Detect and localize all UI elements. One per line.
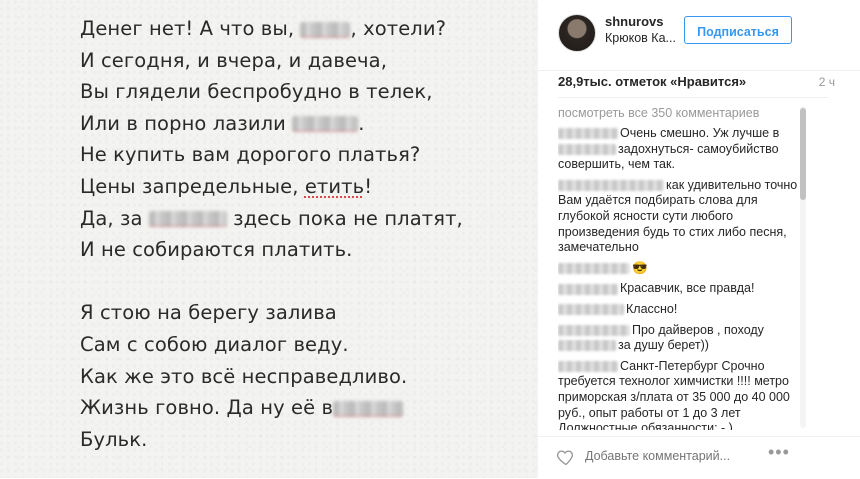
poem-line: Да, за здесь пока не платят, xyxy=(80,206,463,230)
comment-text: Очень смешно. Уж лучше в xyxy=(620,126,780,140)
more-options-icon[interactable]: ••• xyxy=(768,442,790,463)
poem-line xyxy=(80,266,463,298)
censored-word xyxy=(558,340,616,352)
comment-text: Классно! xyxy=(626,301,678,316)
comment-text: Про дайверов , походу xyxy=(632,322,764,337)
comment-item: Про дайверов , походу за душу берет)) xyxy=(558,323,808,354)
poem-line: Сам с собою диалог веду. xyxy=(80,332,349,356)
censored-word xyxy=(558,143,616,155)
avatar[interactable] xyxy=(558,14,596,52)
comment-item: Очень смешно. Уж лучше в задохнуться- са… xyxy=(558,126,808,173)
poem-line: И не собираются платить. xyxy=(80,238,353,262)
poem-line: Не купить вам дорогого платья? xyxy=(80,143,421,167)
comment-username[interactable] xyxy=(558,283,618,295)
username[interactable]: shnurovs xyxy=(605,14,664,29)
comment-username[interactable] xyxy=(558,179,664,191)
poem-line: Вы глядели беспробудно в телек, xyxy=(80,80,433,104)
scrollbar-thumb[interactable] xyxy=(800,108,806,200)
comment-text: Красавчик, все правда! xyxy=(620,281,755,296)
divider xyxy=(558,97,828,98)
likes-count[interactable]: 28,9тыс. отметок «Нравится» xyxy=(558,74,746,89)
poem-line: Денег нет! А что вы, , хотели? xyxy=(80,17,447,40)
censored-word xyxy=(292,116,359,133)
censored-word xyxy=(148,211,227,228)
comment-bar: ••• xyxy=(538,436,860,479)
poem-line: Я стою на берегу залива xyxy=(80,301,337,325)
comment-item: Красавчик, все правда! xyxy=(558,281,808,297)
timestamp: 2 ч xyxy=(818,75,835,89)
misspelled-word: етить xyxy=(304,174,365,198)
poem-line: Цены запредельные, етить! xyxy=(80,174,373,198)
poem-line: Жизнь говно. Да ну её в xyxy=(80,392,463,424)
poem-text: Денег нет! А что вы, , хотели? И сегодня,… xyxy=(80,13,463,455)
comment-text: за душу берет)) xyxy=(618,338,709,353)
comments-list: посмотреть все 350 комментариев Очень см… xyxy=(558,102,808,430)
comment-username[interactable] xyxy=(558,360,618,372)
comment-item: Классно! xyxy=(558,302,808,318)
comment-username[interactable] xyxy=(558,304,624,316)
comment-text: 😎 xyxy=(632,260,648,275)
comment-item: Санкт-Петербург Срочно требуется техноло… xyxy=(558,359,808,430)
location[interactable]: Крюков Ка... xyxy=(605,31,676,45)
follow-button[interactable]: Подписаться xyxy=(684,16,792,44)
post-panel: shnurovs Крюков Ка... Подписаться 28,9ты… xyxy=(538,0,860,478)
censored-word xyxy=(300,21,351,38)
heart-icon[interactable] xyxy=(556,447,576,467)
poem-line: Или в порно лазили . xyxy=(80,111,365,135)
poem-line: Бульк. xyxy=(80,427,148,451)
poem-line: И сегодня, и вчера, и давеча, xyxy=(80,48,388,72)
poem-line: Как же это всё несправедливо. xyxy=(80,364,408,388)
post-header: shnurovs Крюков Ка... Подписаться xyxy=(538,0,860,71)
post-image: Денег нет! А что вы, , хотели? И сегодня,… xyxy=(0,0,538,478)
comment-username[interactable] xyxy=(558,324,630,336)
view-all-comments-link[interactable]: посмотреть все 350 комментариев xyxy=(558,106,808,120)
comment-username[interactable] xyxy=(558,128,618,140)
comment-item: как удивительно точно Вам удаётся подбир… xyxy=(558,178,808,256)
add-comment-input[interactable] xyxy=(585,449,745,463)
censored-word xyxy=(333,400,404,417)
comment-username[interactable] xyxy=(558,262,630,274)
comment-item: 😎 xyxy=(558,261,808,277)
